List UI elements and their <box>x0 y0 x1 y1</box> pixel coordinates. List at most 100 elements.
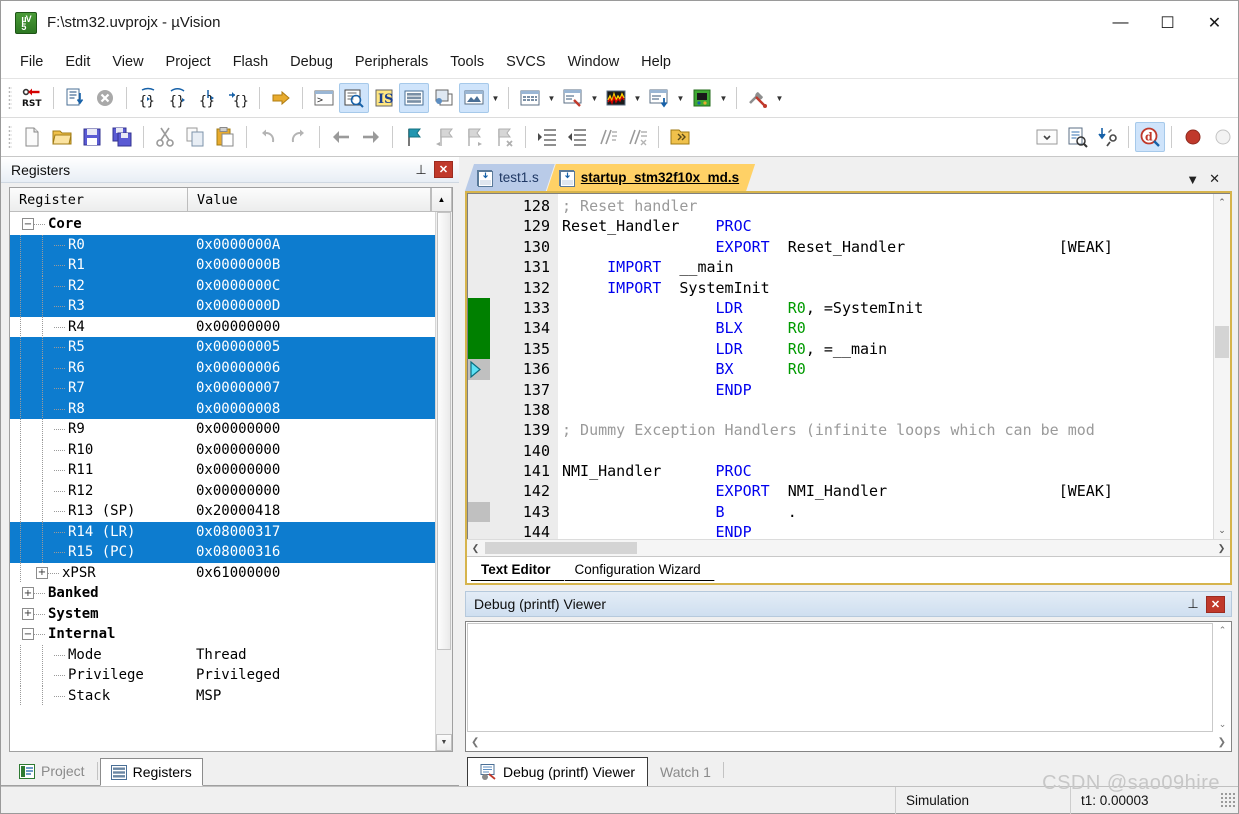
register-value[interactable]: 0x00000006 <box>196 360 280 376</box>
trace-windows-dropdown-icon[interactable]: ▼ <box>674 83 687 113</box>
code-line[interactable]: LDR R0, =SystemInit <box>562 298 1213 318</box>
register-row[interactable]: R12 0x00000000 <box>10 480 435 502</box>
register-value[interactable]: 0x00000000 <box>196 462 280 478</box>
cut-icon[interactable] <box>150 122 180 152</box>
register-value[interactable]: 0x08000317 <box>196 524 280 540</box>
code-coverage-marker[interactable] <box>468 502 490 523</box>
debug-viewer-vertical-scrollbar[interactable]: ⌃ ⌄ <box>1214 622 1231 733</box>
code-line[interactable]: ENDP <box>562 380 1213 400</box>
next-bookmark-icon[interactable] <box>459 122 489 152</box>
menu-file[interactable]: File <box>9 49 54 75</box>
menu-project[interactable]: Project <box>155 49 222 75</box>
register-row[interactable]: R10 0x00000000 <box>10 439 435 461</box>
editor-scroll-left-icon[interactable]: ❮ <box>467 540 484 557</box>
navigate-back-icon[interactable] <box>326 122 356 152</box>
code-line[interactable]: BLX R0 <box>562 318 1213 338</box>
code-line[interactable]: Reset_Handler PROC <box>562 216 1213 236</box>
analysis-windows-icon[interactable] <box>601 83 631 113</box>
editor-hscroll-thumb[interactable] <box>485 542 637 554</box>
editor-tab-test1[interactable]: test1.s <box>465 164 555 191</box>
debug-viewer-horizontal-scrollbar[interactable]: ❮ ❯ <box>466 733 1231 751</box>
stop-icon[interactable] <box>90 83 120 113</box>
undo-icon[interactable] <box>253 122 283 152</box>
register-value[interactable]: Thread <box>196 647 247 663</box>
tree-expander-icon[interactable]: + <box>22 607 34 620</box>
call-stack-window-icon[interactable] <box>429 83 459 113</box>
menu-flash[interactable]: Flash <box>222 49 279 75</box>
register-row[interactable]: R2 0x0000000C <box>10 275 435 296</box>
trace-windows-icon[interactable] <box>644 83 674 113</box>
tree-expander-icon[interactable]: + <box>22 587 34 600</box>
memory-windows-dropdown-icon[interactable]: ▼ <box>545 83 558 113</box>
close-icon[interactable]: ✕ <box>1209 171 1220 187</box>
register-row[interactable]: + xPSR 0x61000000 <box>10 562 435 584</box>
execution-coverage-marker[interactable] <box>468 338 490 360</box>
register-value[interactable]: 0x0000000A <box>196 237 280 253</box>
debug-viewer-output[interactable] <box>467 623 1213 732</box>
menu-svcs[interactable]: SVCS <box>495 49 557 75</box>
editor-code-text[interactable]: ; Reset handler Reset_Handler PROC EXPORT… <box>558 194 1213 539</box>
code-line[interactable] <box>562 400 1213 420</box>
insert-bookmark-icon[interactable] <box>399 122 429 152</box>
code-line[interactable]: NMI_Handler PROC <box>562 461 1213 481</box>
debug-scroll-right-icon[interactable]: ❯ <box>1218 737 1226 748</box>
register-row[interactable]: − Core <box>10 214 435 235</box>
editor-horizontal-scrollbar[interactable]: ❮ ❯ <box>467 539 1230 556</box>
code-line[interactable]: B . <box>562 502 1213 522</box>
menu-debug[interactable]: Debug <box>279 49 344 75</box>
run-icon[interactable] <box>60 83 90 113</box>
tab-watch-1[interactable]: Watch 1 <box>648 757 723 786</box>
navigate-forward-icon[interactable] <box>356 122 386 152</box>
register-value[interactable]: 0x0000000D <box>196 298 280 314</box>
debug-scroll-left-icon[interactable]: ❮ <box>471 737 479 748</box>
clear-bookmarks-icon[interactable] <box>489 122 519 152</box>
menu-view[interactable]: View <box>101 49 154 75</box>
register-value[interactable]: 0x0000000C <box>196 278 280 294</box>
menu-tools[interactable]: Tools <box>439 49 495 75</box>
save-icon[interactable] <box>77 122 107 152</box>
register-row[interactable]: R15 (PC) 0x08000316 <box>10 542 435 563</box>
close-icon[interactable]: ✕ <box>1206 595 1225 613</box>
code-line[interactable]: IMPORT __main <box>562 257 1213 277</box>
register-value[interactable]: MSP <box>196 688 221 704</box>
editor-scroll-thumb[interactable] <box>1215 326 1229 358</box>
code-line[interactable]: ENDP <box>562 522 1213 539</box>
target-options-icon[interactable] <box>1062 122 1092 152</box>
stop-record-icon[interactable] <box>1208 122 1238 152</box>
register-row[interactable]: R14 (LR) 0x08000317 <box>10 521 435 542</box>
step-out-icon[interactable]: {} <box>193 83 223 113</box>
code-line[interactable]: EXPORT NMI_Handler [WEAK] <box>562 481 1213 501</box>
toolbox-dropdown-icon[interactable]: ▼ <box>773 83 786 113</box>
prev-bookmark-icon[interactable] <box>429 122 459 152</box>
tab-debug-printf-viewer[interactable]: Debug (printf) Viewer <box>467 757 649 786</box>
menu-window[interactable]: Window <box>557 49 631 75</box>
start-debug-icon[interactable]: d <box>1135 122 1165 152</box>
register-value[interactable]: 0x08000316 <box>196 544 280 560</box>
register-row[interactable]: R11 0x00000000 <box>10 460 435 481</box>
uncomment-icon[interactable] <box>622 122 652 152</box>
editor-scroll-right-icon[interactable]: ❯ <box>1213 540 1230 557</box>
new-file-icon[interactable] <box>17 122 47 152</box>
open-folder-icon[interactable] <box>665 122 695 152</box>
registers-scroll-down-icon[interactable]: ▼ <box>436 734 452 751</box>
disassembly-window-icon[interactable] <box>339 83 369 113</box>
step-into-icon[interactable]: {} <box>133 83 163 113</box>
column-header-register[interactable]: Register <box>10 188 188 212</box>
run-to-cursor-icon[interactable]: {} <box>223 83 253 113</box>
menu-peripherals[interactable]: Peripherals <box>344 49 439 75</box>
debug-scroll-up-icon[interactable]: ⌃ <box>1219 625 1227 636</box>
editor-breakpoint-margin[interactable] <box>468 194 490 539</box>
show-next-statement-icon[interactable] <box>266 83 296 113</box>
toolbar-grip-2[interactable] <box>8 125 12 149</box>
manage-components-icon[interactable] <box>1092 122 1122 152</box>
serial-windows-icon[interactable] <box>558 83 588 113</box>
editor-scroll-track[interactable] <box>1214 211 1230 522</box>
open-file-icon[interactable] <box>47 122 77 152</box>
code-line[interactable]: IMPORT SystemInit <box>562 278 1213 298</box>
register-row[interactable]: Stack MSP <box>10 685 435 707</box>
register-row[interactable]: + System <box>10 604 435 625</box>
tree-expander-icon[interactable]: − <box>22 628 34 641</box>
register-value[interactable]: 0x61000000 <box>196 565 280 581</box>
watch-windows-icon[interactable] <box>459 83 489 113</box>
register-row[interactable]: Mode Thread <box>10 644 435 666</box>
